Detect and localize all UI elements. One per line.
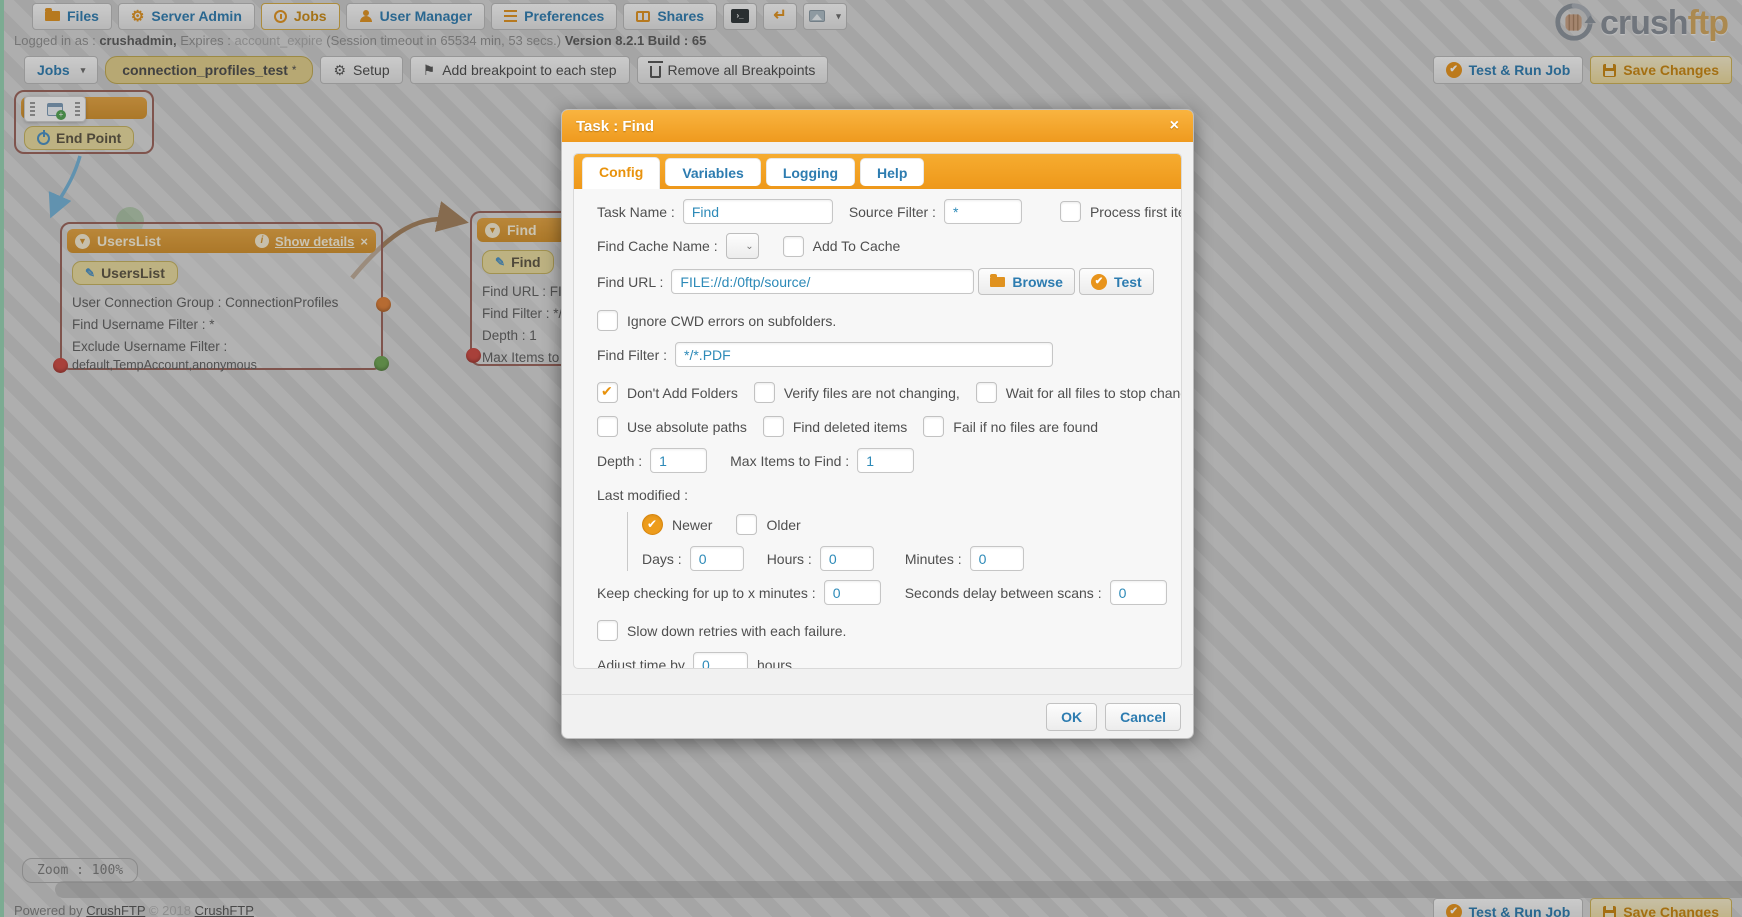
source-filter-input[interactable] xyxy=(944,199,1022,224)
chevron-down-icon: ⌄ xyxy=(745,241,753,252)
minutes-input[interactable] xyxy=(970,546,1024,571)
verify-files-checkbox[interactable] xyxy=(754,382,775,403)
adjust-time-suffix: hours. xyxy=(757,657,796,670)
dialog-title: Task : Find xyxy=(576,118,654,135)
find-deleted-items-checkbox[interactable] xyxy=(763,416,784,437)
depth-input[interactable] xyxy=(650,448,707,473)
dialog-tabs: Config Variables Logging Help xyxy=(574,154,1181,189)
close-icon[interactable]: × xyxy=(1170,117,1179,135)
find-url-input[interactable] xyxy=(671,269,974,294)
find-filter-input[interactable] xyxy=(675,342,1053,367)
ignore-cwd-checkbox[interactable] xyxy=(597,310,618,331)
ignore-cwd-label: Ignore CWD errors on subfolders. xyxy=(627,313,836,329)
fail-if-none-label: Fail if no files are found xyxy=(953,419,1098,435)
verify-files-label: Verify files are not changing, xyxy=(784,385,960,401)
task-name-input[interactable] xyxy=(683,199,833,224)
find-cache-name-select[interactable]: ⌄ xyxy=(726,233,759,259)
config-form: Task Name : Source Filter : Process firs… xyxy=(574,189,1181,669)
check-circle-icon: ✔ xyxy=(1091,274,1107,290)
minutes-label: Minutes : xyxy=(905,551,962,567)
use-absolute-paths-checkbox[interactable] xyxy=(597,416,618,437)
tab-variables[interactable]: Variables xyxy=(665,158,761,186)
browse-label: Browse xyxy=(1012,274,1063,290)
test-button[interactable]: ✔ Test xyxy=(1079,268,1154,295)
process-first-checkbox[interactable] xyxy=(1060,201,1081,222)
adjust-time-input[interactable] xyxy=(693,652,748,669)
tab-config[interactable]: Config xyxy=(582,157,660,189)
find-url-label: Find URL : xyxy=(597,274,663,290)
seconds-delay-label: Seconds delay between scans : xyxy=(905,585,1102,601)
older-checkbox[interactable] xyxy=(736,514,757,535)
tab-help[interactable]: Help xyxy=(860,158,924,186)
dont-add-folders-label: Don't Add Folders xyxy=(627,385,738,401)
max-items-input[interactable] xyxy=(857,448,914,473)
ok-button[interactable]: OK xyxy=(1046,703,1097,731)
dialog-panel: Config Variables Logging Help Task Name … xyxy=(573,153,1182,669)
keep-checking-input[interactable] xyxy=(824,580,881,605)
slow-down-retries-label: Slow down retries with each failure. xyxy=(627,623,846,639)
newer-checkbox[interactable] xyxy=(642,514,663,535)
hours-label: Hours : xyxy=(767,551,812,567)
max-items-label: Max Items to Find : xyxy=(730,453,849,469)
test-label: Test xyxy=(1114,274,1142,290)
find-deleted-items-label: Find deleted items xyxy=(793,419,907,435)
days-label: Days : xyxy=(642,551,682,567)
seconds-delay-input[interactable] xyxy=(1110,580,1167,605)
keep-checking-label: Keep checking for up to x minutes : xyxy=(597,585,816,601)
source-filter-label: Source Filter : xyxy=(849,204,936,220)
add-to-cache-label: Add To Cache xyxy=(813,238,901,254)
dont-add-folders-checkbox[interactable] xyxy=(597,382,618,403)
last-modified-label: Last modified : xyxy=(597,487,688,503)
crushftp-app: Files ⚙ Server Admin Jobs User Manager P… xyxy=(0,0,1742,917)
newer-label: Newer xyxy=(672,517,712,533)
wait-all-files-label: Wait for all files to stop changing xyxy=(1006,385,1182,401)
older-label: Older xyxy=(766,517,800,533)
process-first-label: Process first item only xyxy=(1090,204,1182,220)
tab-logging[interactable]: Logging xyxy=(766,158,855,186)
browse-button[interactable]: Browse xyxy=(978,268,1075,295)
fail-if-none-checkbox[interactable] xyxy=(923,416,944,437)
cancel-button[interactable]: Cancel xyxy=(1105,703,1181,731)
folder-icon xyxy=(990,277,1005,287)
wait-all-files-checkbox[interactable] xyxy=(976,382,997,403)
dialog-footer: OK Cancel xyxy=(562,694,1193,738)
task-find-dialog: Task : Find × Config Variables Logging H… xyxy=(561,109,1194,739)
depth-label: Depth : xyxy=(597,453,642,469)
slow-down-retries-checkbox[interactable] xyxy=(597,620,618,641)
add-to-cache-checkbox[interactable] xyxy=(783,236,804,257)
task-name-label: Task Name : xyxy=(597,204,675,220)
find-filter-label: Find Filter : xyxy=(597,347,667,363)
use-absolute-paths-label: Use absolute paths xyxy=(627,419,747,435)
days-input[interactable] xyxy=(690,546,744,571)
find-cache-name-label: Find Cache Name : xyxy=(597,238,718,254)
last-modified-group: Newer Older Days : Hours : Minutes : xyxy=(627,512,1167,571)
adjust-time-label: Adjust time by xyxy=(597,657,685,670)
hours-input[interactable] xyxy=(820,546,874,571)
dialog-titlebar[interactable]: Task : Find × xyxy=(562,110,1193,142)
